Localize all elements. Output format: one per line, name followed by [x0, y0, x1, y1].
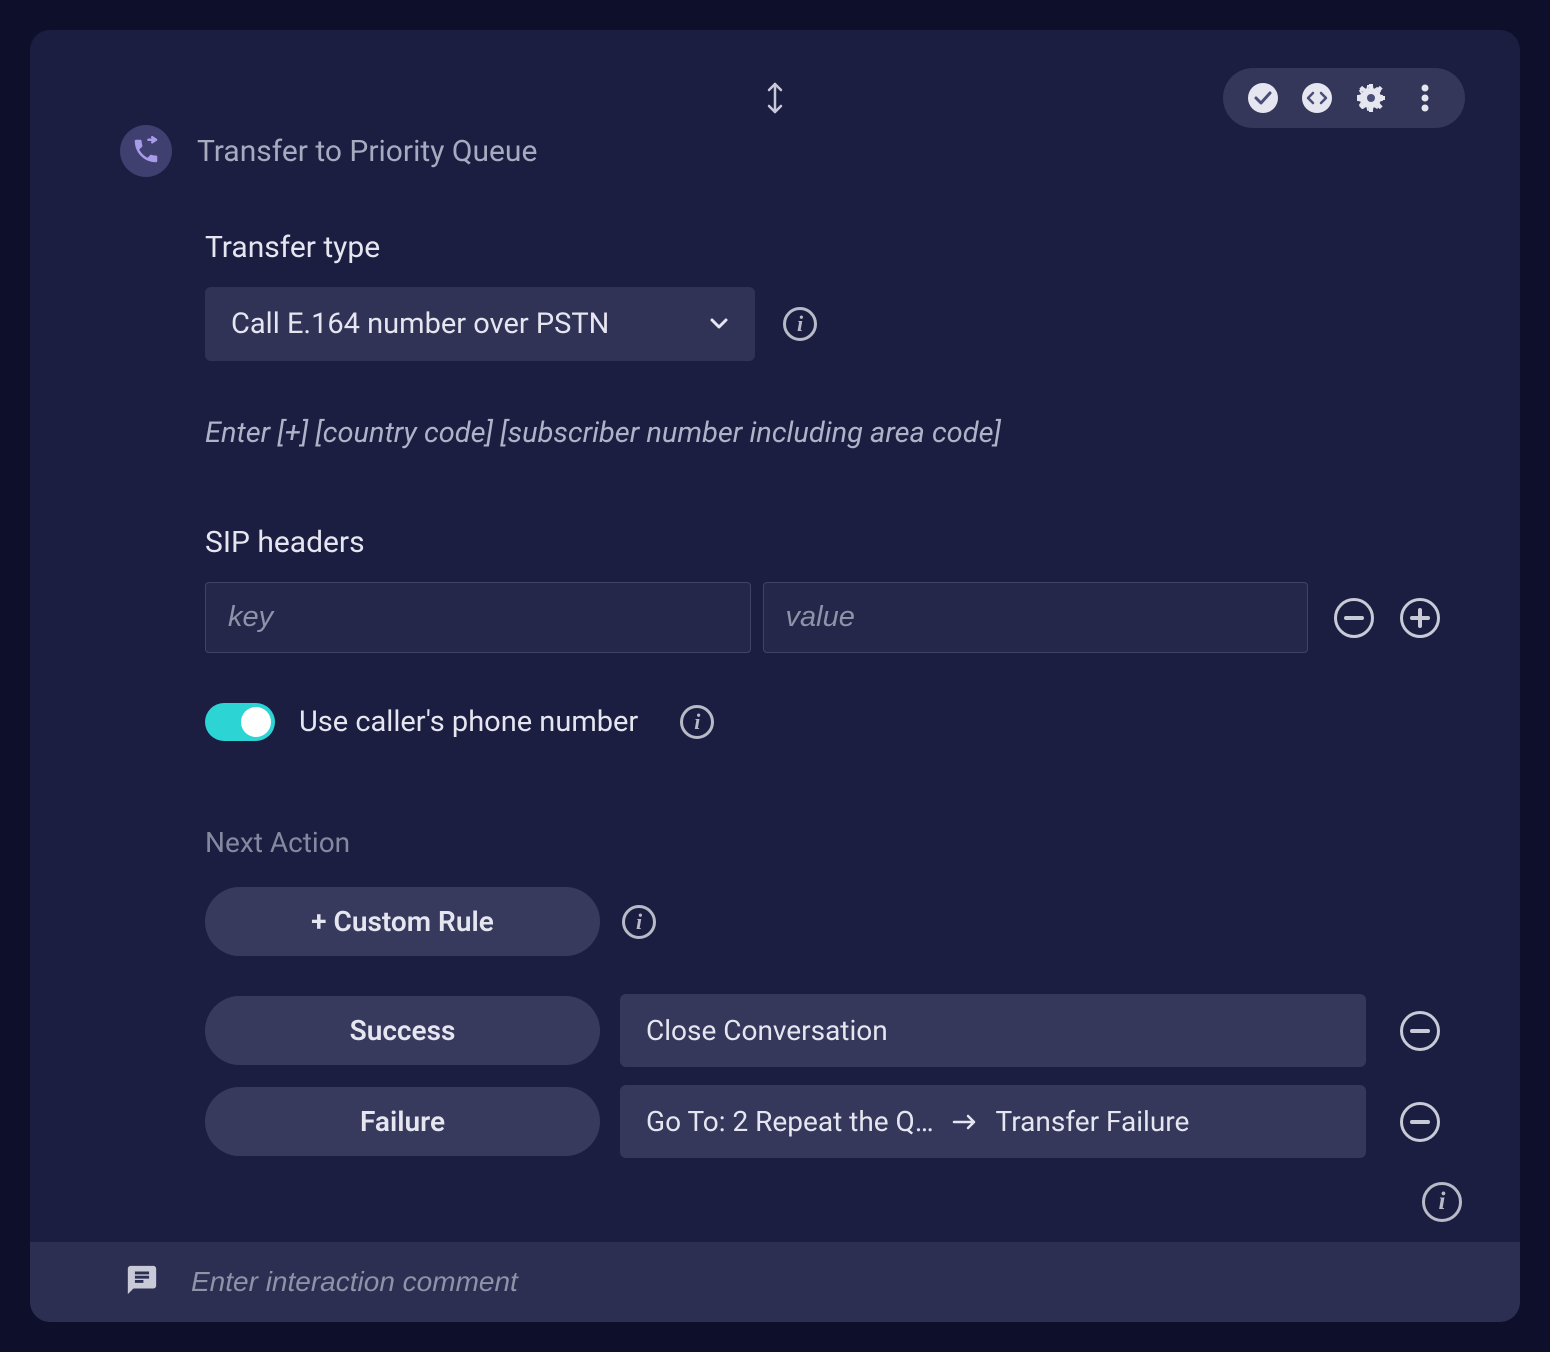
add-header-button[interactable] [1400, 598, 1440, 638]
card-content: Transfer type Call E.164 number over PST… [205, 230, 1440, 1176]
failure-action-value-2: Transfer Failure [996, 1105, 1190, 1138]
remove-header-button[interactable] [1334, 598, 1374, 638]
transfer-call-icon [120, 125, 172, 177]
info-icon[interactable]: i [622, 905, 656, 939]
card-title: Transfer to Priority Queue [197, 134, 537, 169]
transfer-type-select[interactable]: Call E.164 number over PSTN [205, 287, 755, 361]
use-caller-number-label: Use caller's phone number [299, 705, 638, 739]
success-label: Success [205, 996, 600, 1065]
use-caller-number-toggle[interactable] [205, 703, 275, 741]
code-icon[interactable] [1299, 80, 1335, 116]
more-icon[interactable] [1407, 80, 1443, 116]
drag-handle-icon[interactable] [762, 80, 788, 120]
card-header: Transfer to Priority Queue [120, 125, 537, 177]
card-info-button[interactable]: i [1422, 1182, 1462, 1222]
node-card: Transfer to Priority Queue Transfer type… [30, 30, 1520, 1322]
failure-action-row: Failure Go To: 2 Repeat the Q… Transfer … [205, 1085, 1440, 1158]
comment-input[interactable] [191, 1266, 1425, 1298]
failure-label: Failure [205, 1087, 600, 1156]
add-custom-rule-button[interactable]: + Custom Rule [205, 887, 600, 956]
transfer-type-row: Call E.164 number over PSTN i [205, 287, 1440, 361]
success-action-row: Success Close Conversation [205, 994, 1440, 1067]
toggle-knob [241, 707, 271, 737]
failure-action-select[interactable]: Go To: 2 Repeat the Q… Transfer Failure [620, 1085, 1366, 1158]
info-icon[interactable]: i [783, 307, 817, 341]
chevron-down-icon [709, 315, 729, 334]
next-action-label: Next Action [205, 826, 1440, 859]
gear-icon[interactable] [1353, 80, 1389, 116]
success-action-select[interactable]: Close Conversation [620, 994, 1366, 1067]
card-toolbar [1223, 68, 1465, 128]
comment-icon [125, 1263, 159, 1301]
info-icon[interactable]: i [680, 705, 714, 739]
transfer-type-hint: Enter [+] [country code] [subscriber num… [205, 416, 1440, 450]
use-caller-number-row: Use caller's phone number i [205, 703, 1440, 741]
remove-success-button[interactable] [1400, 1011, 1440, 1051]
arrow-right-icon [952, 1105, 978, 1138]
sip-headers-label: SIP headers [205, 525, 1440, 560]
success-action-value: Close Conversation [646, 1014, 888, 1047]
sip-key-input[interactable] [205, 582, 751, 653]
transfer-type-value: Call E.164 number over PSTN [231, 307, 609, 341]
remove-failure-button[interactable] [1400, 1102, 1440, 1142]
sip-header-row [205, 582, 1440, 653]
failure-action-value-1: Go To: 2 Repeat the Q… [646, 1105, 934, 1138]
info-icon: i [1422, 1182, 1462, 1222]
sip-value-input[interactable] [763, 582, 1309, 653]
transfer-type-label: Transfer type [205, 230, 1440, 265]
check-icon[interactable] [1245, 80, 1281, 116]
comment-bar [30, 1242, 1520, 1322]
custom-rule-row: + Custom Rule i [205, 887, 1440, 956]
